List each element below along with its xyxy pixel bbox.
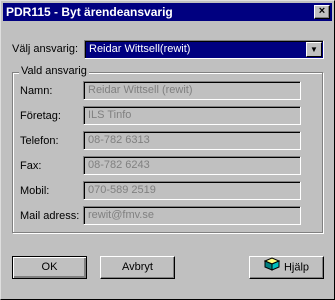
cancel-button-label: Avbryt <box>122 261 153 273</box>
group-title: Vald ansvarig <box>19 65 89 77</box>
company-field[interactable]: ILS Tinfo <box>83 106 301 125</box>
email-field[interactable]: rewit@fmv.se <box>83 206 301 225</box>
responsible-combobox[interactable]: Reidar Wittsell(rewit) ▼ <box>84 40 324 59</box>
mobile-label: Mobil: <box>20 185 50 197</box>
close-button[interactable]: × <box>314 5 330 19</box>
fax-field[interactable]: 08-782 6243 <box>83 156 301 175</box>
ok-button-label: OK <box>41 261 58 273</box>
dropdown-button[interactable]: ▼ <box>306 42 322 57</box>
chevron-down-icon: ▼ <box>310 45 318 54</box>
select-responsible-label: Välj ansvarig: <box>12 43 79 55</box>
help-button-label: Hjälp <box>283 261 310 274</box>
name-field[interactable]: Reidar Wittsell (rewit) <box>83 81 301 100</box>
title-bar[interactable]: PDR115 - Byt ärendeansvarig × <box>3 3 332 21</box>
cancel-button[interactable]: Avbryt <box>100 256 175 279</box>
close-icon: × <box>318 5 326 17</box>
help-book-icon <box>263 257 281 278</box>
company-label: Företag: <box>20 110 61 122</box>
email-label: Mail adress: <box>20 210 80 222</box>
combobox-selected-value: Reidar Wittsell(rewit) <box>89 43 191 55</box>
phone-field[interactable]: 08-782 6313 <box>83 131 301 150</box>
name-label: Namn: <box>20 85 53 97</box>
ok-button[interactable]: OK <box>12 256 87 279</box>
window-title: PDR115 - Byt ärendeansvarig <box>6 5 173 19</box>
phone-label: Telefon: <box>20 135 59 147</box>
help-button[interactable]: Hjälp <box>249 256 324 279</box>
dialog-window: PDR115 - Byt ärendeansvarig × Välj ansva… <box>0 0 335 300</box>
fax-label: Fax: <box>20 160 42 172</box>
mobile-field[interactable]: 070-589 2519 <box>83 181 301 200</box>
